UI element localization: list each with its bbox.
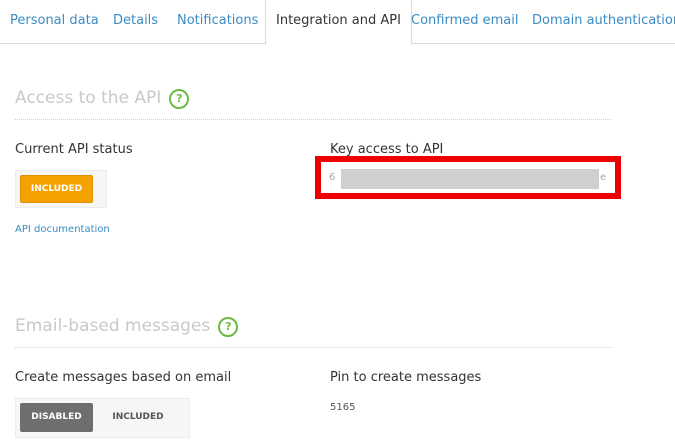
tab-personal-data[interactable]: Personal data xyxy=(10,13,99,28)
tab-details[interactable]: Details xyxy=(113,13,158,28)
api-status-toggle: INCLUDED xyxy=(15,170,107,208)
tab-domain-authentication[interactable]: Domain authentication xyxy=(532,13,675,28)
api-key-label: Key access to API xyxy=(330,142,444,157)
api-section-title: Access to the API xyxy=(15,88,162,108)
api-section-divider xyxy=(15,119,612,120)
api-included-button[interactable]: INCLUDED xyxy=(20,175,93,203)
api-documentation-link[interactable]: API documentation xyxy=(15,224,110,235)
pin-value: 5165 xyxy=(330,402,356,413)
question-circle-icon[interactable]: ? xyxy=(218,317,239,337)
tab-bar: Personal data Details Notifications Inte… xyxy=(0,0,675,45)
api-section-heading: Access to the API? xyxy=(15,88,190,109)
pin-label: Pin to create messages xyxy=(330,370,482,385)
email-section-divider xyxy=(15,347,612,348)
tab-notifications[interactable]: Notifications xyxy=(177,13,258,28)
email-disabled-button[interactable]: DISABLED xyxy=(20,403,93,432)
email-included-button[interactable]: INCLUDED xyxy=(98,403,178,432)
tab-integration-and-api[interactable]: Integration and API xyxy=(265,0,412,45)
email-section-heading: Email-based messages? xyxy=(15,316,239,337)
create-messages-label: Create messages based on email xyxy=(15,370,232,385)
question-circle-icon[interactable]: ? xyxy=(169,89,190,109)
api-key-highlight-box xyxy=(315,156,621,199)
api-status-label: Current API status xyxy=(15,142,133,157)
email-messages-toggle: DISABLED INCLUDED xyxy=(15,398,190,438)
email-section-title: Email-based messages xyxy=(15,316,211,336)
tab-confirmed-email[interactable]: Confirmed email xyxy=(411,13,518,28)
